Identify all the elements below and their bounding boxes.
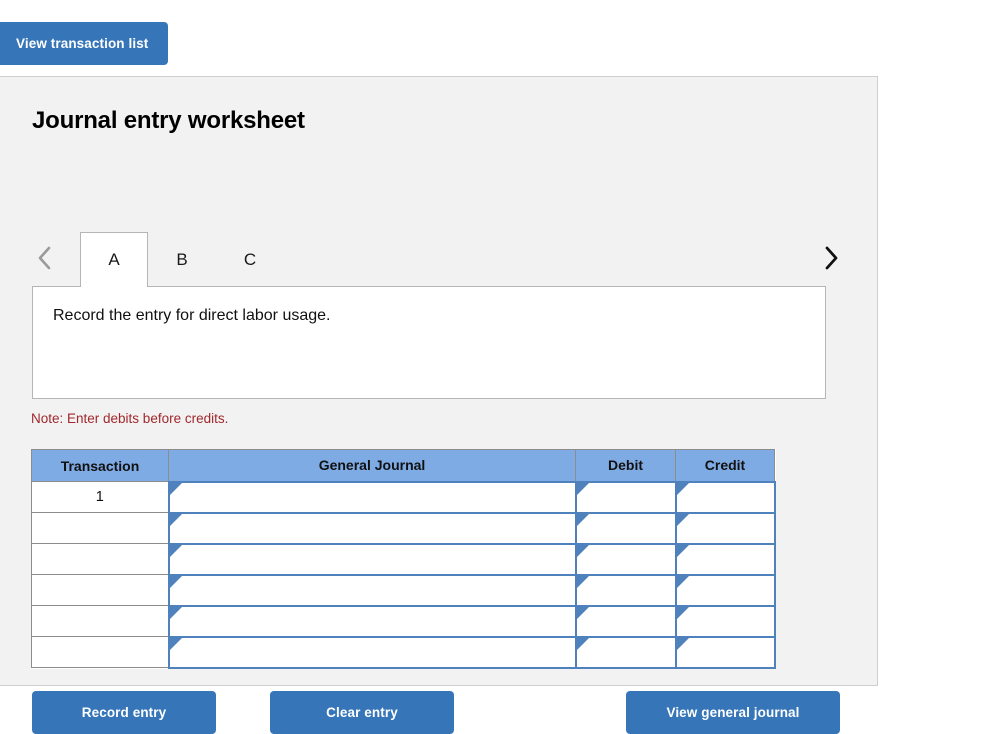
- debits-before-credits-note: Note: Enter debits before credits.: [31, 411, 228, 426]
- view-general-journal-button[interactable]: View general journal: [626, 691, 840, 734]
- top-action-bar: View transaction list: [0, 22, 168, 65]
- tab-c-label: C: [244, 250, 256, 270]
- cell-marker-icon: [677, 638, 689, 650]
- debit-input-2[interactable]: [576, 513, 676, 544]
- page-title: Journal entry worksheet: [32, 107, 305, 135]
- tab-b[interactable]: B: [148, 232, 216, 287]
- journal-entry-panel: Journal entry worksheet A B C Reco: [0, 76, 878, 686]
- credit-input-2[interactable]: [676, 513, 775, 544]
- credit-input-5[interactable]: [676, 606, 775, 637]
- debit-input-6[interactable]: [576, 637, 676, 668]
- debit-input-3[interactable]: [576, 544, 676, 575]
- credit-input-6[interactable]: [676, 637, 775, 668]
- table-header-row: Transaction General Journal Debit Credit: [32, 450, 775, 482]
- cell-marker-icon: [577, 607, 589, 619]
- transaction-number-cell: [32, 637, 169, 668]
- transaction-number-cell: [32, 544, 169, 575]
- cell-marker-icon: [577, 514, 589, 526]
- general-journal-input-5[interactable]: [169, 606, 576, 637]
- record-entry-button[interactable]: Record entry: [32, 691, 216, 734]
- tab-list: A B C: [80, 232, 284, 287]
- table-row: 1: [32, 482, 775, 513]
- entry-description-box: Record the entry for direct labor usage.: [32, 286, 826, 399]
- cell-marker-icon: [170, 514, 182, 526]
- chevron-left-icon[interactable]: [30, 238, 60, 278]
- journal-entry-table: Transaction General Journal Debit Credit…: [31, 449, 776, 669]
- clear-entry-button[interactable]: Clear entry: [270, 691, 454, 734]
- general-journal-input-6[interactable]: [169, 637, 576, 668]
- general-journal-input-1[interactable]: [169, 482, 576, 513]
- worksheet-actions: Record entry Clear entry View general jo…: [32, 691, 842, 734]
- cell-marker-icon: [577, 545, 589, 557]
- column-header-debit: Debit: [576, 450, 676, 482]
- table-row: [32, 606, 775, 637]
- credit-input-4[interactable]: [676, 575, 775, 606]
- tab-a-label: A: [108, 250, 119, 270]
- cell-marker-icon: [170, 483, 182, 495]
- cell-marker-icon: [677, 514, 689, 526]
- table-row: [32, 637, 775, 668]
- cell-marker-icon: [677, 483, 689, 495]
- chevron-right-icon[interactable]: [816, 238, 846, 278]
- debit-input-5[interactable]: [576, 606, 676, 637]
- column-header-general-journal: General Journal: [169, 450, 576, 482]
- cell-marker-icon: [170, 607, 182, 619]
- tab-navigation: A B C: [30, 232, 846, 287]
- cell-marker-icon: [677, 607, 689, 619]
- tab-b-label: B: [176, 250, 187, 270]
- tab-c[interactable]: C: [216, 232, 284, 287]
- cell-marker-icon: [577, 483, 589, 495]
- tab-a[interactable]: A: [80, 232, 148, 287]
- cell-marker-icon: [170, 576, 182, 588]
- table-row: [32, 544, 775, 575]
- transaction-number-cell: [32, 513, 169, 544]
- general-journal-input-3[interactable]: [169, 544, 576, 575]
- view-transaction-list-button[interactable]: View transaction list: [0, 22, 168, 65]
- transaction-number-cell: [32, 575, 169, 606]
- table-row: [32, 513, 775, 544]
- general-journal-input-2[interactable]: [169, 513, 576, 544]
- cell-marker-icon: [170, 545, 182, 557]
- credit-input-3[interactable]: [676, 544, 775, 575]
- column-header-transaction: Transaction: [32, 450, 169, 482]
- cell-marker-icon: [170, 638, 182, 650]
- cell-marker-icon: [677, 576, 689, 588]
- entry-description-text: Record the entry for direct labor usage.: [53, 307, 330, 325]
- cell-marker-icon: [677, 545, 689, 557]
- debit-input-1[interactable]: [576, 482, 676, 513]
- transaction-number-cell: [32, 606, 169, 637]
- cell-marker-icon: [577, 638, 589, 650]
- credit-input-1[interactable]: [676, 482, 775, 513]
- debit-input-4[interactable]: [576, 575, 676, 606]
- column-header-credit: Credit: [676, 450, 775, 482]
- general-journal-input-4[interactable]: [169, 575, 576, 606]
- cell-marker-icon: [577, 576, 589, 588]
- transaction-number-cell: 1: [32, 482, 169, 513]
- table-row: [32, 575, 775, 606]
